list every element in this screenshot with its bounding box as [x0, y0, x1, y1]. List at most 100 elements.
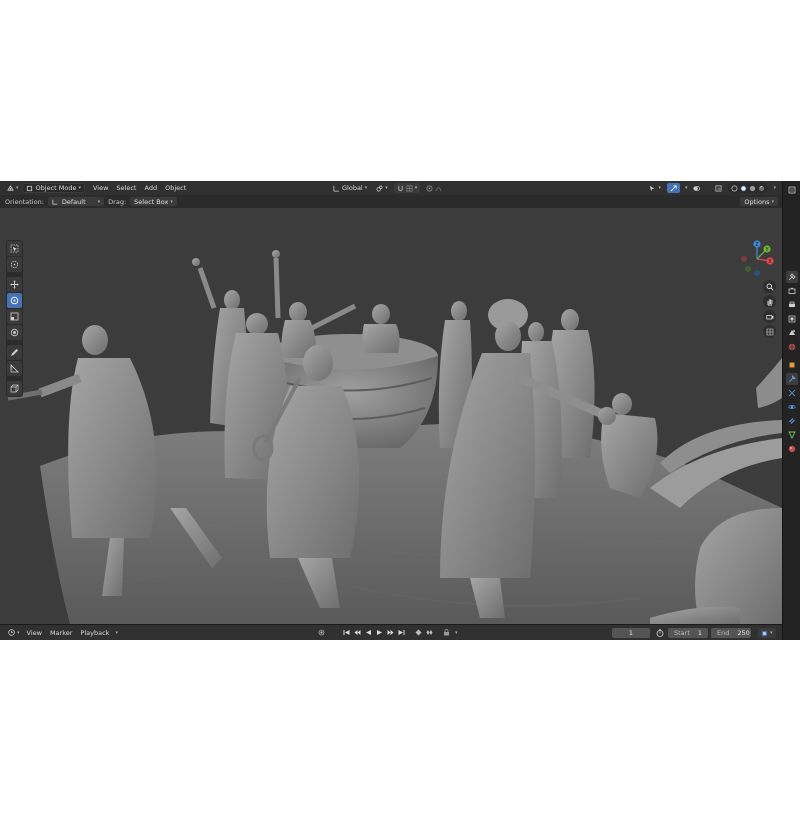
keyframe-diamond-icon — [415, 629, 422, 636]
auto-keying-button[interactable] — [425, 628, 434, 637]
record-button[interactable] — [317, 628, 326, 637]
drag-value: Select Box — [134, 197, 169, 206]
tab-data[interactable] — [786, 429, 798, 441]
tool-scale[interactable] — [7, 309, 22, 324]
tab-constraints[interactable] — [786, 415, 798, 427]
current-frame-field[interactable]: 1 — [612, 628, 650, 638]
orientation-dropdown[interactable]: Default ▾ — [47, 197, 105, 206]
tool-cursor[interactable] — [7, 257, 22, 272]
solid-shading-icon[interactable] — [740, 185, 747, 192]
gizmo-z-label: Z — [755, 242, 759, 248]
keyframe-forward-icon — [387, 630, 394, 635]
snap-grid-icon — [406, 185, 413, 191]
lock-icon — [444, 629, 449, 636]
jump-keyframe-back-button[interactable] — [353, 628, 362, 637]
tab-material[interactable] — [786, 443, 798, 455]
chevron-down-icon[interactable]: ▾ — [773, 185, 776, 191]
end-frame-label: End — [717, 629, 730, 637]
timeline-menu-playback[interactable]: Playback — [76, 629, 113, 637]
pivot-icon — [376, 185, 383, 191]
tab-world[interactable] — [786, 341, 798, 353]
tool-measure[interactable] — [7, 361, 22, 376]
chevron-down-icon: ▾ — [770, 630, 773, 636]
chevron-down-icon: ▾ — [414, 185, 418, 191]
tab-output[interactable] — [786, 299, 798, 311]
tab-object[interactable] — [786, 359, 798, 371]
tool-transform[interactable] — [7, 325, 22, 340]
jump-to-start-button[interactable] — [342, 628, 351, 637]
proportional-editing-toggle[interactable] — [423, 183, 445, 193]
tool-move[interactable] — [7, 277, 22, 292]
cursor-select-icon — [10, 244, 19, 253]
menu-object[interactable]: Object — [161, 183, 190, 193]
timeline-menu-marker[interactable]: Marker — [46, 629, 76, 637]
rendered-shading-icon[interactable] — [758, 185, 765, 192]
3d-viewport[interactable]: Z Y X — [0, 208, 782, 624]
world-globe-icon — [788, 343, 796, 351]
tab-tool[interactable] — [786, 271, 798, 283]
mode-dropdown[interactable]: Object Mode ▾ — [21, 183, 85, 193]
tool-rotate[interactable] — [7, 293, 22, 308]
menu-view[interactable]: View — [89, 183, 112, 193]
editor-type-button[interactable]: ▾ — [4, 183, 22, 193]
navigation-gizmo[interactable]: Z Y X — [737, 239, 777, 279]
play-reverse-button[interactable] — [364, 628, 373, 637]
overlays-toggle[interactable] — [690, 183, 703, 193]
keying-button[interactable] — [414, 628, 423, 637]
view-layer-icon — [788, 315, 796, 323]
physics-orbit-icon — [788, 405, 796, 409]
play-button[interactable] — [375, 628, 384, 637]
pivot-point-dropdown[interactable]: ▾ — [373, 183, 391, 193]
tool-select-box[interactable] — [7, 241, 22, 256]
visibility-dropdown[interactable]: ▾ — [646, 183, 664, 193]
pan-button[interactable] — [763, 295, 776, 308]
jump-keyframe-forward-button[interactable] — [386, 628, 395, 637]
jump-to-end-button[interactable] — [397, 628, 406, 637]
snap-toggle[interactable]: ▾ — [393, 183, 421, 193]
timeline-menu-view[interactable]: View — [23, 629, 46, 637]
chevron-down-icon[interactable]: ▾ — [455, 630, 458, 636]
clock-icon — [8, 629, 15, 636]
keying-set-button[interactable] — [442, 628, 451, 637]
tool-add-cube[interactable] — [7, 381, 22, 396]
tab-view-layer[interactable] — [786, 313, 798, 325]
wireframe-shading-icon[interactable] — [731, 185, 738, 192]
drag-label: Drag: — [108, 197, 127, 206]
transform-orientation-dropdown[interactable]: Global ▾ — [330, 183, 370, 193]
tab-scene[interactable] — [786, 327, 798, 339]
drag-dropdown[interactable]: Select Box ▾ — [130, 197, 177, 206]
tab-physics[interactable] — [786, 401, 798, 413]
timeline-header: ▾ View Marker Playback ▾ ▾ 1 Start 1 End… — [0, 624, 782, 640]
tool-annotate[interactable] — [7, 345, 22, 360]
constraint-link-icon — [789, 418, 795, 424]
gizmo-neg-x[interactable] — [741, 256, 747, 262]
playback-controls: ▾ — [317, 628, 458, 637]
properties-editor-type[interactable] — [786, 184, 798, 196]
perspective-toggle-button[interactable] — [763, 325, 776, 338]
stopwatch-icon[interactable] — [656, 629, 664, 637]
chevron-down-icon: ▾ — [364, 185, 368, 191]
tool-settings-icon — [788, 273, 796, 281]
gizmo-toggle[interactable] — [666, 183, 680, 193]
material-shading-icon[interactable] — [749, 185, 756, 192]
tab-modifiers[interactable] — [786, 373, 798, 385]
chevron-down-icon[interactable]: ▾ — [685, 185, 688, 191]
end-frame-field[interactable]: End 250 — [711, 628, 751, 638]
start-frame-field[interactable]: Start 1 — [668, 628, 708, 638]
tab-particles[interactable] — [786, 387, 798, 399]
tab-render[interactable] — [786, 285, 798, 297]
zoom-button[interactable] — [763, 280, 776, 293]
transform-orientation-label: Global — [342, 184, 363, 192]
chevron-down-icon: ▾ — [658, 185, 661, 191]
gizmo-neg-y[interactable] — [745, 266, 751, 272]
camera-view-button[interactable] — [763, 310, 776, 323]
gizmo-neg-z[interactable] — [754, 270, 760, 276]
menu-add[interactable]: Add — [140, 183, 161, 193]
scale-icon — [10, 312, 19, 321]
options-button[interactable]: Options ▾ — [740, 197, 778, 206]
timeline-view-options[interactable]: ▾ — [758, 628, 776, 638]
menu-select[interactable]: Select — [112, 183, 140, 193]
timeline-editor-type-button[interactable]: ▾ — [5, 628, 23, 638]
navigation-buttons — [763, 280, 776, 338]
xray-toggle[interactable] — [712, 183, 725, 193]
